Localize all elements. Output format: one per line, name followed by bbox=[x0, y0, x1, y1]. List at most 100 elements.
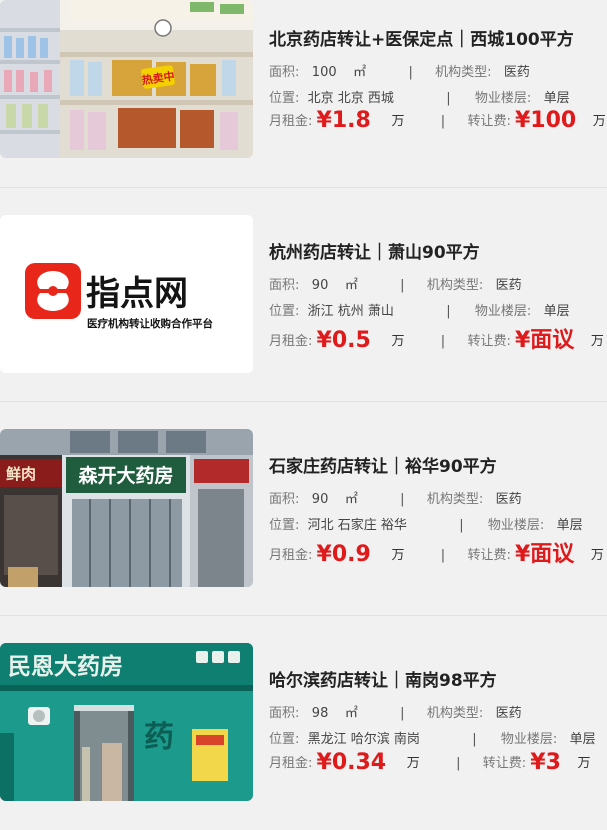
location-value: 黑龙江 哈尔滨 南岗 bbox=[307, 732, 420, 747]
location-row: 位置: 北京 北京 西城 | 物业楼层: 单层 bbox=[269, 87, 570, 106]
floor-label: 物业楼层: bbox=[474, 304, 532, 319]
rent-unit: 万 bbox=[391, 334, 405, 349]
transfer-unit: 万 bbox=[590, 548, 604, 563]
neighbor-sign: 鲜肉 bbox=[6, 465, 36, 483]
transfer-price: ¥3 bbox=[530, 750, 561, 775]
location-value: 河北 石家庄 裕华 bbox=[307, 518, 407, 533]
listing-thumbnail[interactable]: 鲜肉 森开大药房 bbox=[0, 429, 253, 587]
separator: | bbox=[456, 756, 461, 771]
separator: | bbox=[400, 492, 405, 507]
listing-title[interactable]: 杭州药店转让｜萧山90平方 bbox=[269, 238, 480, 263]
location-value: 浙江 杭州 萧山 bbox=[307, 304, 394, 319]
rent-price: ¥0.9 bbox=[316, 542, 371, 567]
listing-card[interactable]: 鲜肉 森开大药房 石家庄药店转让｜裕华90平方 面积: 90 ㎡ | 机构类型:… bbox=[0, 402, 607, 616]
logo-image: 指点网 医疗机构转让收购合作平台 bbox=[0, 215, 253, 373]
location-label: 位置: bbox=[269, 304, 300, 319]
transfer-price: ¥100 bbox=[514, 108, 577, 133]
rent-label: 月租金: bbox=[269, 756, 313, 771]
org-type-value: 医药 bbox=[495, 278, 522, 293]
org-type-value: 医药 bbox=[495, 706, 522, 721]
area-unit: ㎡ bbox=[344, 278, 358, 293]
rent-label: 月租金: bbox=[269, 334, 313, 349]
rent-unit: 万 bbox=[391, 114, 405, 129]
transfer-unit: 万 bbox=[592, 114, 606, 129]
separator: | bbox=[400, 278, 405, 293]
listing-title[interactable]: 北京药店转让+医保定点｜西城100平方 bbox=[269, 25, 574, 50]
wall-text: 药 bbox=[144, 720, 174, 755]
listing-title[interactable]: 哈尔滨药店转让｜南岗98平方 bbox=[269, 666, 497, 691]
transfer-price: ¥面议 bbox=[514, 542, 575, 567]
teal-storefront-image: 民恩大药房 药 bbox=[0, 643, 253, 801]
location-row: 位置: 浙江 杭州 萧山 | 物业楼层: 单层 bbox=[269, 300, 570, 319]
separator: | bbox=[440, 114, 446, 129]
listing-card[interactable]: 民恩大药房 药 哈尔滨药店转让｜南岗98平方 面积: 98 ㎡ | 机构类型: bbox=[0, 616, 607, 830]
floor-value: 单层 bbox=[543, 91, 570, 106]
rent-unit: 万 bbox=[391, 548, 405, 563]
separator: | bbox=[446, 91, 451, 106]
floor-value: 单层 bbox=[556, 518, 583, 533]
pharmacy-interior-image: 热卖中 bbox=[0, 0, 253, 158]
logo-text: 指点网 bbox=[86, 274, 188, 314]
listing-thumbnail[interactable]: 热卖中 bbox=[0, 0, 253, 158]
transfer-label: 转让费: bbox=[467, 334, 511, 349]
location-label: 位置: bbox=[269, 91, 300, 106]
floor-label: 物业楼层: bbox=[487, 518, 545, 533]
floor-label: 物业楼层: bbox=[474, 91, 532, 106]
org-type-value: 医药 bbox=[495, 492, 522, 507]
rent-label: 月租金: bbox=[269, 548, 313, 563]
rent-price: ¥0.5 bbox=[316, 328, 371, 353]
transfer-label: 转让费: bbox=[482, 756, 527, 771]
price-row: 月租金: ¥0.34 万 | 转让费: ¥3 万 bbox=[269, 750, 590, 775]
price-row: 月租金: ¥0.9 万 | 转让费: ¥面议 万 bbox=[269, 536, 604, 568]
area-label: 面积: bbox=[269, 706, 300, 721]
floor-value: 单层 bbox=[543, 304, 570, 319]
storefront-image: 鲜肉 森开大药房 bbox=[0, 429, 253, 587]
area-row: 面积: 90 ㎡ | 机构类型: 医药 bbox=[269, 274, 522, 293]
org-type-label: 机构类型: bbox=[426, 492, 484, 507]
location-label: 位置: bbox=[269, 732, 300, 747]
rent-price: ¥1.8 bbox=[316, 108, 371, 133]
store-sign: 民恩大药房 bbox=[8, 653, 123, 680]
transfer-unit: 万 bbox=[590, 334, 604, 349]
separator: | bbox=[440, 334, 446, 349]
listing-card[interactable]: 热卖中 北京药店转让+医保定点｜西城100平方 面积: 100 ㎡ | 机构类型… bbox=[0, 0, 607, 214]
location-row: 位置: 河北 石家庄 裕华 | 物业楼层: 单层 bbox=[269, 514, 583, 533]
area-label: 面积: bbox=[269, 492, 300, 507]
area-unit: ㎡ bbox=[344, 706, 358, 721]
logo-subtitle: 医疗机构转让收购合作平台 bbox=[87, 317, 213, 330]
listing-thumbnail[interactable]: 民恩大药房 药 bbox=[0, 643, 253, 801]
area-row: 面积: 90 ㎡ | 机构类型: 医药 bbox=[269, 488, 522, 507]
location-label: 位置: bbox=[269, 518, 300, 533]
area-value: 90 bbox=[311, 492, 329, 507]
org-type-label: 机构类型: bbox=[426, 278, 484, 293]
area-value: 90 bbox=[311, 278, 329, 293]
separator: | bbox=[440, 548, 446, 563]
listing-title[interactable]: 石家庄药店转让｜裕华90平方 bbox=[269, 452, 497, 477]
brand-logo-icon bbox=[25, 263, 81, 319]
area-value: 100 bbox=[311, 65, 337, 80]
area-row: 面积: 98 ㎡ | 机构类型: 医药 bbox=[269, 702, 522, 721]
area-value: 98 bbox=[311, 706, 329, 721]
location-value: 北京 北京 西城 bbox=[307, 91, 394, 106]
separator: | bbox=[408, 65, 413, 80]
area-row: 面积: 100 ㎡ | 机构类型: 医药 bbox=[269, 61, 530, 80]
org-type-label: 机构类型: bbox=[426, 706, 484, 721]
rent-unit: 万 bbox=[406, 756, 420, 771]
separator: | bbox=[459, 518, 464, 533]
transfer-unit: 万 bbox=[577, 756, 591, 771]
separator: | bbox=[472, 732, 477, 747]
store-sign: 森开大药房 bbox=[78, 464, 173, 487]
listing-card[interactable]: 指点网 医疗机构转让收购合作平台 杭州药店转让｜萧山90平方 面积: 90 ㎡ … bbox=[0, 188, 607, 402]
listing-thumbnail[interactable]: 指点网 医疗机构转让收购合作平台 bbox=[0, 215, 253, 373]
floor-label: 物业楼层: bbox=[500, 732, 558, 747]
location-row: 位置: 黑龙江 哈尔滨 南岗 | 物业楼层: 单层 bbox=[269, 728, 596, 747]
org-type-label: 机构类型: bbox=[435, 65, 492, 80]
area-label: 面积: bbox=[269, 278, 300, 293]
transfer-label: 转让费: bbox=[467, 114, 511, 129]
area-label: 面积: bbox=[269, 65, 300, 80]
transfer-price: ¥面议 bbox=[514, 328, 575, 353]
price-row: 月租金: ¥1.8 万 | 转让费: ¥100 万 bbox=[269, 108, 606, 133]
separator: | bbox=[400, 706, 405, 721]
area-unit: ㎡ bbox=[344, 492, 358, 507]
org-type-value: 医药 bbox=[503, 65, 530, 80]
